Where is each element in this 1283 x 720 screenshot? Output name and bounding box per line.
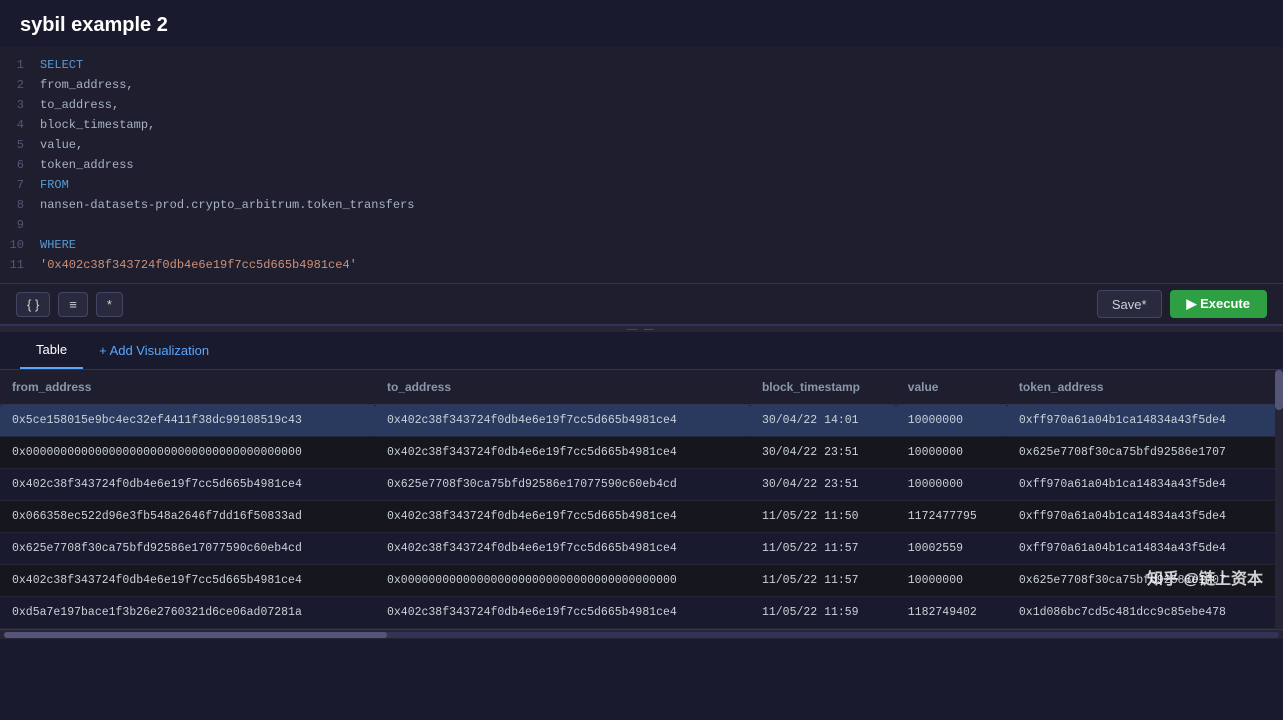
horizontal-scrollbar[interactable] xyxy=(0,629,1283,639)
table-row[interactable]: 0x00000000000000000000000000000000000000… xyxy=(0,437,1283,469)
cell-block-timestamp: 11/05/22 11:50 xyxy=(750,501,896,533)
code-line-10: 10WHERE xyxy=(0,235,1283,255)
cell-value: 10002559 xyxy=(896,533,1007,565)
tabs-bar: Table + Add Visualization xyxy=(0,332,1283,370)
cell-from-address: 0x066358ec522d96e3fb548a2646f7dd16f50833… xyxy=(0,501,375,533)
cell-value: 1182749402 xyxy=(896,597,1007,629)
code-line-1: 1SELECT xyxy=(0,55,1283,75)
cell-to-address: 0x402c38f343724f0db4e6e19f7cc5d665b4981c… xyxy=(375,501,750,533)
table-container[interactable]: from_address to_address block_timestamp … xyxy=(0,370,1283,629)
cell-value: 10000000 xyxy=(896,565,1007,597)
line-content: to_address, xyxy=(40,96,119,114)
col-from-address: from_address xyxy=(0,370,375,405)
cell-value: 10000000 xyxy=(896,405,1007,437)
code-line-5: 5 value, xyxy=(0,135,1283,155)
line-number: 6 xyxy=(0,156,40,174)
line-content: token_address xyxy=(40,156,134,174)
cell-to-address: 0x625e7708f30ca75bfd92586e17077590c60eb4… xyxy=(375,469,750,501)
cell-token-address: 0x1d086bc7cd5c481dcc9c85ebe478 xyxy=(1007,597,1283,629)
results-table: from_address to_address block_timestamp … xyxy=(0,370,1283,629)
cell-to-address: 0x00000000000000000000000000000000000000… xyxy=(375,565,750,597)
line-number: 2 xyxy=(0,76,40,94)
cell-token-address: 0xff970a61a04b1ca14834a43f5de4 xyxy=(1007,405,1283,437)
vertical-scrollbar-thumb xyxy=(1275,370,1283,410)
cell-block-timestamp: 11/05/22 11:57 xyxy=(750,533,896,565)
code-line-3: 3 to_address, xyxy=(0,95,1283,115)
line-number: 11 xyxy=(0,256,40,274)
cell-from-address: 0x00000000000000000000000000000000000000… xyxy=(0,437,375,469)
col-block-timestamp: block_timestamp xyxy=(750,370,896,405)
page-title: sybil example 2 xyxy=(0,0,1283,47)
json-btn[interactable]: { } xyxy=(16,292,50,317)
code-line-2: 2 from_address, xyxy=(0,75,1283,95)
tab-table[interactable]: Table xyxy=(20,332,83,369)
cell-token-address: 0x625e7708f30ca75bfd92586e1707 xyxy=(1007,437,1283,469)
scrollbar-thumb xyxy=(4,632,387,638)
toolbar: { } ≡ * Save* Execute xyxy=(0,283,1283,325)
cell-value: 1172477795 xyxy=(896,501,1007,533)
cell-from-address: 0x402c38f343724f0db4e6e19f7cc5d665b4981c… xyxy=(0,565,375,597)
cell-block-timestamp: 11/05/22 11:57 xyxy=(750,565,896,597)
col-to-address: to_address xyxy=(375,370,750,405)
cell-from-address: 0x5ce158015e9bc4ec32ef4411f38dc99108519c… xyxy=(0,405,375,437)
table-row[interactable]: 0x402c38f343724f0db4e6e19f7cc5d665b4981c… xyxy=(0,469,1283,501)
line-number: 1 xyxy=(0,56,40,74)
cell-block-timestamp: 30/04/22 14:01 xyxy=(750,405,896,437)
table-row[interactable]: 0x625e7708f30ca75bfd92586e17077590c60eb4… xyxy=(0,533,1283,565)
cell-value: 10000000 xyxy=(896,437,1007,469)
table-row[interactable]: 0x5ce158015e9bc4ec32ef4411f38dc99108519c… xyxy=(0,405,1283,437)
save-button[interactable]: Save* xyxy=(1097,290,1162,318)
execute-button[interactable]: Execute xyxy=(1170,290,1267,318)
cell-block-timestamp: 30/04/22 23:51 xyxy=(750,437,896,469)
line-content: SELECT xyxy=(40,56,83,74)
line-content: WHERE xyxy=(40,236,76,254)
table-row[interactable]: 0xd5a7e197bace1f3b26e2760321d6ce06ad0728… xyxy=(0,597,1283,629)
line-content: '0x402c38f343724f0db4e6e19f7cc5d665b4981… xyxy=(40,256,357,274)
line-number: 5 xyxy=(0,136,40,154)
line-content: value, xyxy=(40,136,83,154)
col-value: value xyxy=(896,370,1007,405)
code-line-6: 6 token_address xyxy=(0,155,1283,175)
line-number: 4 xyxy=(0,116,40,134)
code-line-11: 11 '0x402c38f343724f0db4e6e19f7cc5d665b4… xyxy=(0,255,1283,275)
line-number: 3 xyxy=(0,96,40,114)
vertical-scrollbar[interactable] xyxy=(1275,370,1283,629)
results-section: Table + Add Visualization from_address t… xyxy=(0,332,1283,639)
table-row[interactable]: 0x066358ec522d96e3fb548a2646f7dd16f50833… xyxy=(0,501,1283,533)
list-btn[interactable]: ≡ xyxy=(58,292,88,317)
line-content: from_address, xyxy=(40,76,134,94)
line-number: 9 xyxy=(0,216,40,234)
code-line-7: 7FROM xyxy=(0,175,1283,195)
cell-block-timestamp: 11/05/22 11:59 xyxy=(750,597,896,629)
line-content: FROM xyxy=(40,176,69,194)
star-btn[interactable]: * xyxy=(96,292,123,317)
table-row[interactable]: 0x402c38f343724f0db4e6e19f7cc5d665b4981c… xyxy=(0,565,1283,597)
cell-token-address: 0xff970a61a04b1ca14834a43f5de4 xyxy=(1007,533,1283,565)
cell-from-address: 0x402c38f343724f0db4e6e19f7cc5d665b4981c… xyxy=(0,469,375,501)
table-header-row: from_address to_address block_timestamp … xyxy=(0,370,1283,405)
cell-from-address: 0x625e7708f30ca75bfd92586e17077590c60eb4… xyxy=(0,533,375,565)
code-line-4: 4 block_timestamp, xyxy=(0,115,1283,135)
code-line-8: 8 nansen-datasets-prod.crypto_arbitrum.t… xyxy=(0,195,1283,215)
cell-to-address: 0x402c38f343724f0db4e6e19f7cc5d665b4981c… xyxy=(375,533,750,565)
line-number: 10 xyxy=(0,236,40,254)
col-token-address: token_address xyxy=(1007,370,1283,405)
cell-token-address: 0xff970a61a04b1ca14834a43f5de4 xyxy=(1007,469,1283,501)
cell-value: 10000000 xyxy=(896,469,1007,501)
line-content: block_timestamp, xyxy=(40,116,155,134)
cell-block-timestamp: 30/04/22 23:51 xyxy=(750,469,896,501)
cell-to-address: 0x402c38f343724f0db4e6e19f7cc5d665b4981c… xyxy=(375,405,750,437)
watermark: 知乎 @链上资本 xyxy=(1147,565,1263,589)
code-line-9: 9 xyxy=(0,215,1283,235)
line-content: nansen-datasets-prod.crypto_arbitrum.tok… xyxy=(40,196,414,214)
code-area: 1SELECT2 from_address,3 to_address,4 blo… xyxy=(0,47,1283,283)
cell-token-address: 0xff970a61a04b1ca14834a43f5de4 xyxy=(1007,501,1283,533)
cell-to-address: 0x402c38f343724f0db4e6e19f7cc5d665b4981c… xyxy=(375,597,750,629)
editor-section: 1SELECT2 from_address,3 to_address,4 blo… xyxy=(0,47,1283,326)
cell-to-address: 0x402c38f343724f0db4e6e19f7cc5d665b4981c… xyxy=(375,437,750,469)
line-number: 7 xyxy=(0,176,40,194)
cell-from-address: 0xd5a7e197bace1f3b26e2760321d6ce06ad0728… xyxy=(0,597,375,629)
add-visualization-btn[interactable]: + Add Visualization xyxy=(83,333,225,368)
line-number: 8 xyxy=(0,196,40,214)
